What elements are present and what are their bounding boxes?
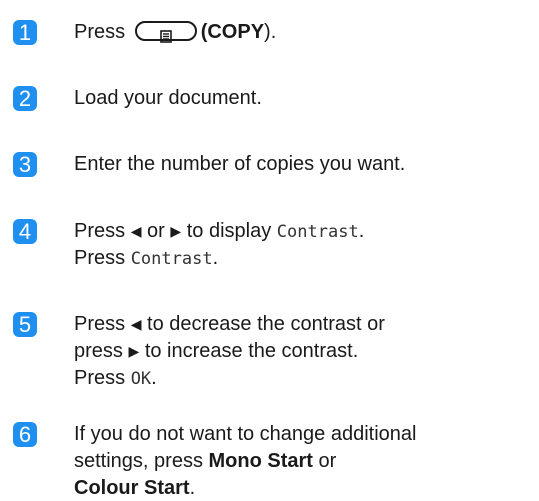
step-text-line-1: Press ◀ to decrease the contrast or — [74, 312, 533, 338]
step-number-badge: 1 — [13, 20, 37, 45]
text-fragment: . — [212, 247, 219, 269]
step-number-badge: 4 — [13, 219, 37, 244]
step-text-line-1: Press ◀ or ▶ to display Contrast. — [74, 219, 533, 245]
copy-label: (COPY — [200, 21, 265, 43]
step-text: Load your document. — [74, 87, 262, 109]
left-arrow-icon: ◀ — [130, 316, 142, 332]
colour-start-key-label: Colour Start — [74, 477, 190, 499]
step-text-line-2: Press Contrast. — [74, 246, 533, 272]
press-text: Press — [74, 21, 126, 43]
step-text-line-1: If you do not want to change additional — [74, 423, 417, 445]
text-fragment: Press — [74, 367, 126, 389]
text-fragment: . — [189, 477, 196, 499]
display-text: Contrast — [276, 222, 359, 242]
text-fragment: or — [147, 220, 165, 242]
text-fragment: to display — [186, 220, 272, 242]
left-arrow-icon: ◀ — [130, 223, 142, 239]
text-fragment: Press — [74, 247, 126, 269]
step-number-badge: 3 — [13, 152, 37, 177]
right-arrow-icon: ▶ — [170, 223, 182, 239]
mono-start-key-label: Mono Start — [208, 450, 313, 472]
right-arrow-icon: ▶ — [128, 343, 140, 359]
text-fragment: to decrease the contrast or — [147, 313, 385, 335]
copy-key-button — [134, 20, 197, 43]
copy-document-icon — [159, 29, 172, 43]
text-fragment: . — [358, 220, 365, 242]
step-text-line-3: Colour Start. — [74, 476, 533, 501]
text-fragment: press — [74, 340, 123, 362]
step-number-badge: 2 — [13, 86, 37, 111]
step-text-line-2: settings, press Mono Start or — [74, 449, 533, 474]
text-fragment: . — [151, 367, 157, 389]
text-fragment: to increase the contrast. — [144, 340, 359, 362]
step-text: Press (COPY). — [74, 20, 533, 45]
step-text: Enter the number of copies you want. — [74, 153, 406, 175]
text-fragment: or — [318, 450, 337, 472]
display-text: OK — [130, 369, 152, 389]
text-fragment: settings, press — [74, 450, 203, 472]
step-text-line-3: Press OK. — [74, 366, 533, 392]
display-text: Contrast — [130, 249, 213, 269]
text-fragment: Press — [74, 220, 126, 242]
step-number-badge: 6 — [13, 422, 37, 447]
step-text-line-2: press ▶ to increase the contrast. — [74, 339, 533, 365]
text-fragment: Press — [74, 313, 126, 335]
copy-label-end: ). — [264, 21, 277, 43]
step-number-badge: 5 — [13, 312, 37, 337]
